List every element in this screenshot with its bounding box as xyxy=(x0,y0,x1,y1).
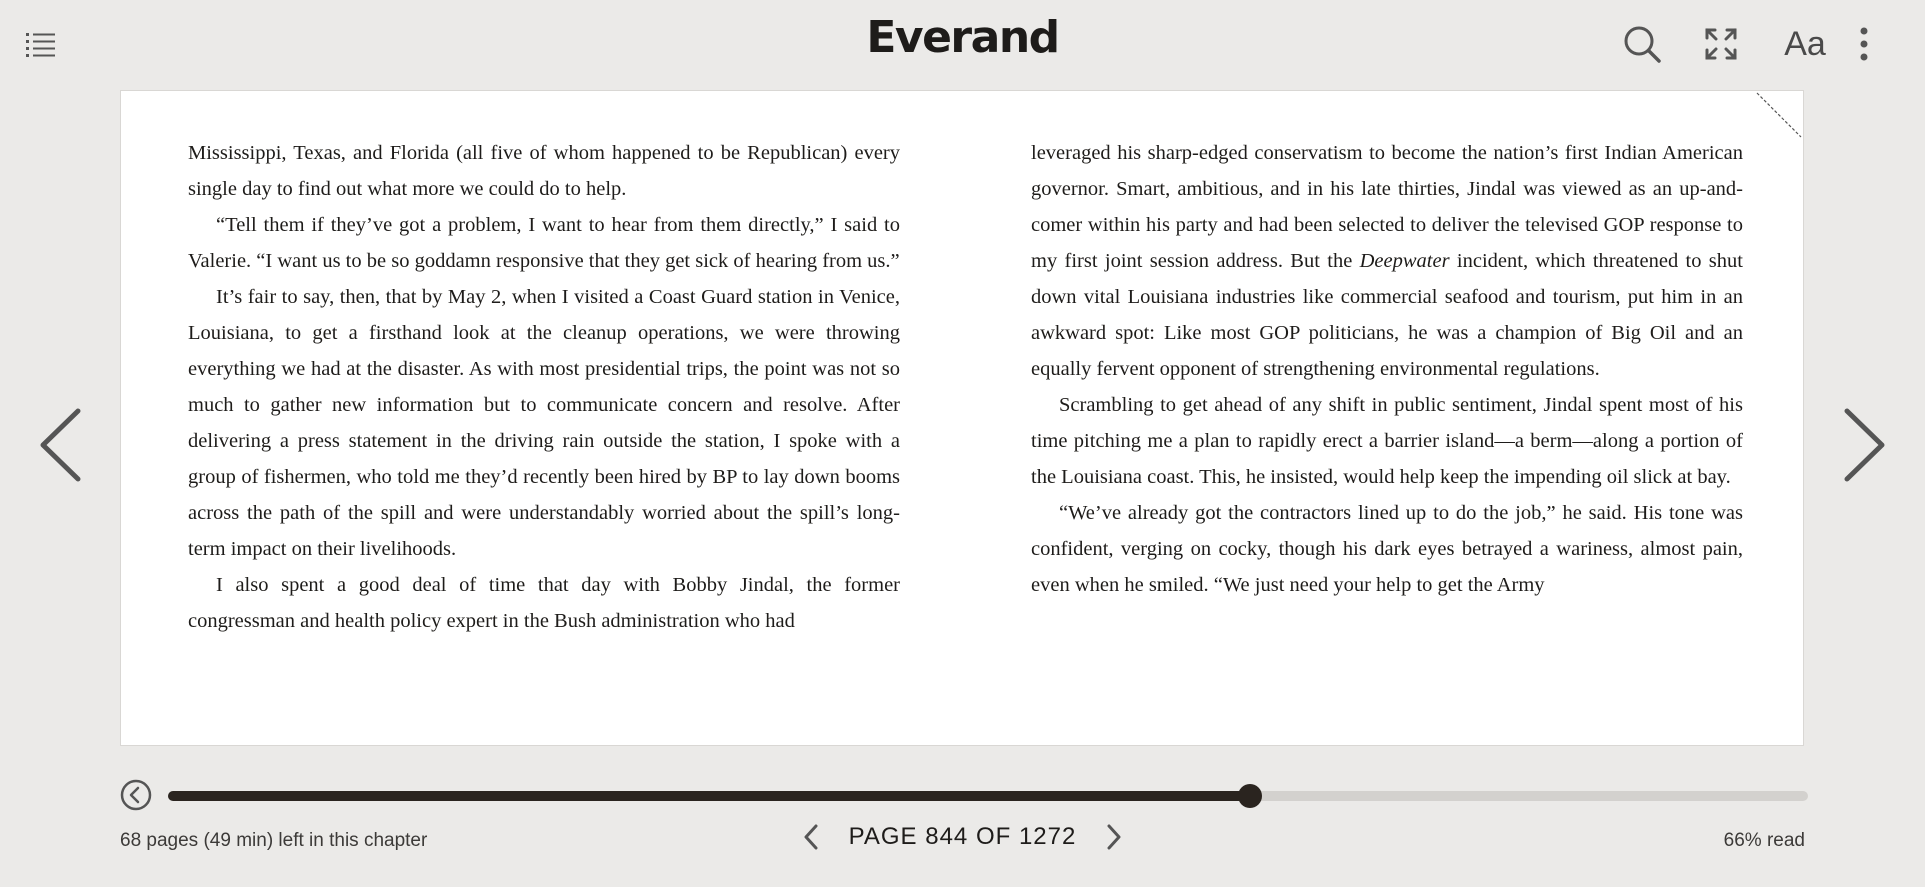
list-icon[interactable] xyxy=(26,30,56,58)
book-paragraph: I also spent a good deal of time that da… xyxy=(188,574,900,632)
chevron-left-icon xyxy=(804,824,818,850)
chevron-right-icon xyxy=(1844,408,1885,482)
chevron-right-icon xyxy=(1107,824,1121,850)
book-paragraph: leveraged his sharp-edged conservatism t… xyxy=(1031,142,1743,380)
reader-toolbar: Everand Aa xyxy=(0,0,1925,90)
book-page-spread: Mississippi, Texas, and Florida (all fiv… xyxy=(120,90,1804,746)
back-circle-icon xyxy=(120,779,152,811)
previous-page-button[interactable] xyxy=(35,405,85,485)
book-paragraph: “Tell them if they’ve got a problem, I w… xyxy=(188,214,900,272)
font-settings-label: Aa xyxy=(1784,24,1826,63)
book-paragraph: Mississippi, Texas, and Florida (all fiv… xyxy=(188,142,900,200)
search-icon[interactable] xyxy=(1620,22,1664,66)
progress-thumb[interactable] xyxy=(1238,784,1263,808)
book-paragraph: “We’ve already got the contractors lined… xyxy=(1031,502,1743,596)
book-paragraph: It’s fair to say, then, that by May 2, w… xyxy=(188,286,900,560)
left-column-text: Mississippi, Texas, and Florida (all fiv… xyxy=(188,135,900,639)
reading-progress xyxy=(120,775,1810,811)
percent-read: 66% read xyxy=(1723,830,1805,851)
more-vertical-icon[interactable] xyxy=(1844,22,1884,66)
next-page-button[interactable] xyxy=(1840,405,1890,485)
page-indicator: PAGE 844 OF 1272 xyxy=(848,823,1077,850)
return-position-button[interactable] xyxy=(120,779,152,811)
book-paragraph: Scrambling to get ahead of any shift in … xyxy=(1031,394,1743,488)
pager-next-button[interactable] xyxy=(1102,822,1126,852)
fullscreen-icon[interactable] xyxy=(1699,22,1743,66)
bookmark-corner[interactable] xyxy=(1753,91,1803,141)
font-settings-icon[interactable]: Aa xyxy=(1778,22,1832,66)
chevron-left-icon xyxy=(40,408,81,482)
progress-slider[interactable] xyxy=(168,784,1808,808)
progress-fill xyxy=(168,791,1251,801)
right-column-text: leveraged his sharp-edged conservatism t… xyxy=(1031,135,1743,603)
pager-prev-button[interactable] xyxy=(799,822,823,852)
page-navigator: PAGE 844 OF 1272 xyxy=(0,822,1925,852)
